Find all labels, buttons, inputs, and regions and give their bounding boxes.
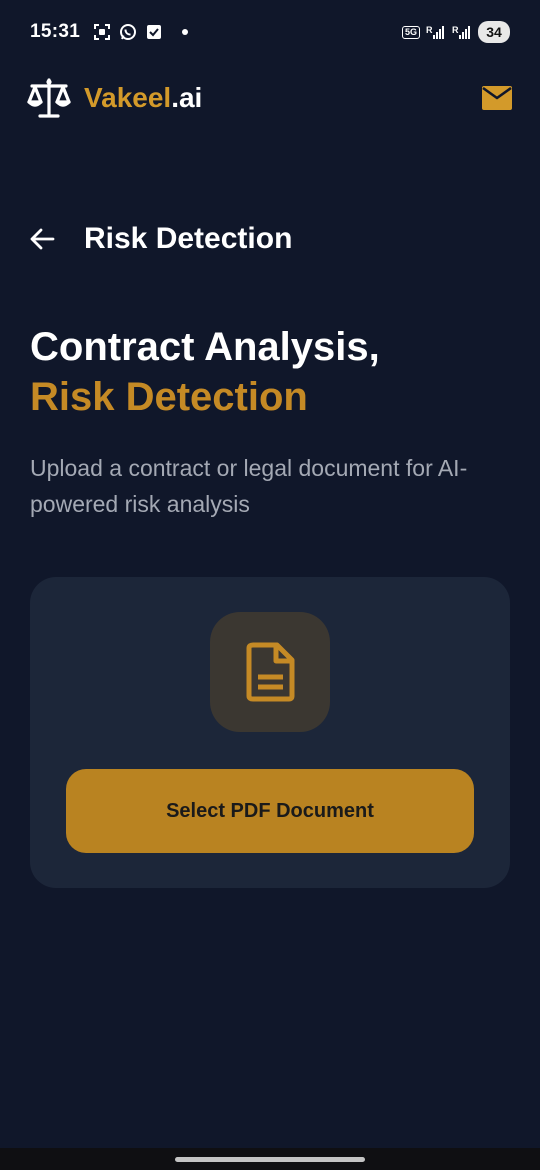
brand-name-suffix: .ai <box>171 82 203 113</box>
checkbox-notification-icon <box>144 22 164 42</box>
back-button[interactable] <box>28 225 56 253</box>
arrow-left-icon <box>30 228 55 250</box>
page-header: Risk Detection <box>28 222 292 256</box>
hero-heading-line2: Risk Detection <box>30 375 308 419</box>
system-navigation-bar <box>0 1148 540 1170</box>
hero-section: Contract Analysis, Risk Detection Upload… <box>30 322 510 522</box>
network-type-badge: 5G <box>401 25 420 39</box>
hero-heading-line1: Contract Analysis, <box>30 325 380 369</box>
document-icon <box>246 642 295 702</box>
signal-strength-icon-2: R <box>452 22 472 42</box>
mail-icon <box>482 86 512 110</box>
status-bar: 15:31 5G R R 34 <box>0 0 540 64</box>
signal-strength-icon-1: R <box>426 22 446 42</box>
upload-card: Select PDF Document <box>30 577 510 888</box>
page-title: Risk Detection <box>84 222 293 255</box>
more-notifications-dot <box>182 29 189 35</box>
system-icons: 5G R R 34 <box>401 21 510 43</box>
whatsapp-icon <box>118 22 138 42</box>
notification-icons <box>92 22 189 42</box>
document-icon-container <box>210 612 330 732</box>
signal-2-label: R <box>452 25 459 35</box>
screen: 15:31 5G R R 34 Vakeel.ai Risk Detection… <box>0 0 540 1170</box>
mail-button[interactable] <box>480 84 514 112</box>
battery-indicator: 34 <box>478 21 510 43</box>
home-indicator[interactable] <box>175 1157 365 1162</box>
app-header: Vakeel.ai <box>26 74 514 122</box>
screenshot-icon <box>92 22 112 42</box>
signal-1-label: R <box>426 25 433 35</box>
brand-name: Vakeel.ai <box>84 82 202 114</box>
hero-description: Upload a contract or legal document for … <box>30 455 468 517</box>
status-time: 15:31 <box>30 21 81 42</box>
select-pdf-button[interactable]: Select PDF Document <box>66 769 474 853</box>
scales-of-justice-icon <box>26 76 72 120</box>
brand-name-accent: Vakeel <box>84 82 172 113</box>
